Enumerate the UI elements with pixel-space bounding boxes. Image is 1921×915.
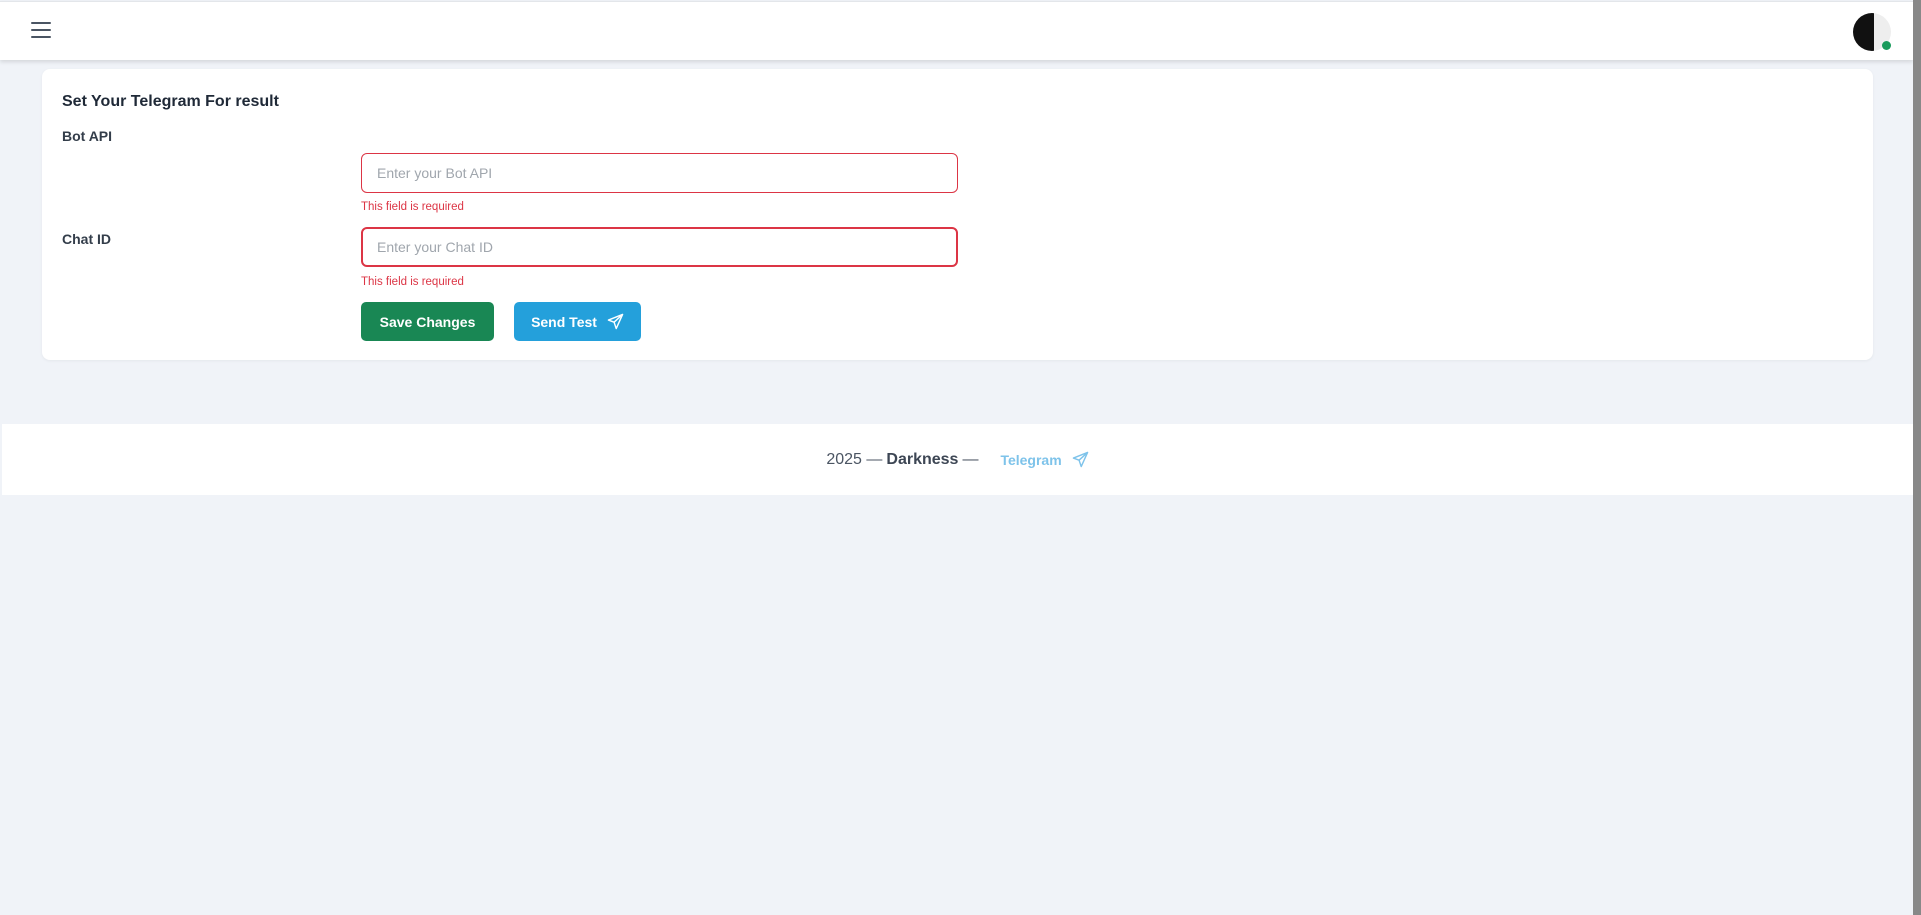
paper-plane-icon	[1072, 451, 1088, 468]
footer-brand: Darkness	[886, 450, 959, 468]
bot-api-input[interactable]	[361, 153, 958, 193]
send-test-button[interactable]: Send Test	[514, 302, 641, 341]
save-changes-button[interactable]: Save Changes	[361, 302, 494, 341]
telegram-link-label: Telegram	[1000, 451, 1062, 468]
paper-plane-icon	[607, 313, 624, 330]
footer: 2025 — Darkness — Telegram	[2, 424, 1913, 495]
chat-id-error: This field is required	[361, 276, 464, 288]
top-header	[0, 1, 1913, 60]
telegram-link[interactable]: Telegram	[1000, 451, 1088, 468]
save-label: Save Changes	[379, 313, 476, 330]
scrollbar[interactable]	[1913, 0, 1921, 915]
footer-separator: —	[962, 450, 979, 468]
bot-api-label: Bot API	[62, 128, 113, 144]
online-status-dot	[1882, 41, 1891, 50]
chat-id-input[interactable]	[361, 227, 958, 267]
send-label: Send Test	[531, 313, 597, 330]
card-title: Set Your Telegram For result	[62, 93, 279, 110]
hamburger-menu-icon[interactable]	[31, 22, 51, 38]
footer-year: 2025 —	[826, 450, 883, 468]
chat-id-label: Chat ID	[62, 231, 111, 247]
bot-api-error: This field is required	[361, 201, 464, 213]
telegram-settings-card: Set Your Telegram For result Bot API Thi…	[42, 69, 1873, 360]
